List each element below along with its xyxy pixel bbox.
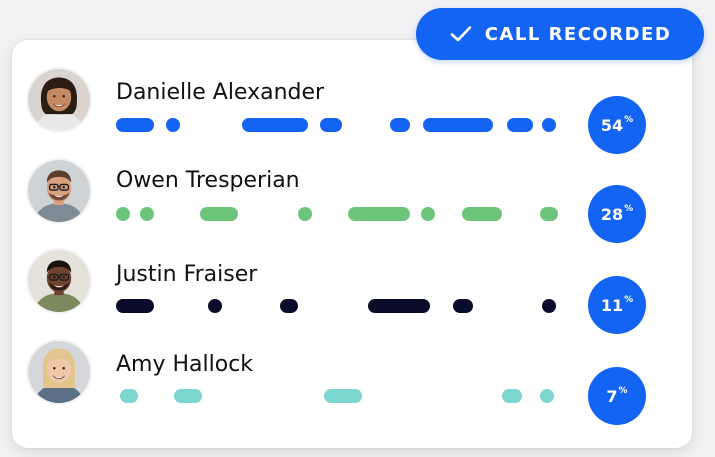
check-icon — [450, 26, 472, 42]
participant-name: Owen Tresperian — [116, 168, 300, 193]
participant-row: Amy Hallock 7% — [0, 326, 715, 425]
talk-segment — [280, 299, 298, 313]
talk-timeline — [116, 389, 566, 403]
avatar — [26, 339, 92, 405]
percent-sign: % — [624, 115, 634, 125]
avatar — [26, 248, 92, 314]
talk-segment — [242, 118, 308, 132]
avatar — [26, 67, 92, 133]
talk-segment — [542, 299, 556, 313]
participant-name: Amy Hallock — [116, 352, 254, 377]
talk-segment — [507, 118, 533, 132]
talk-segment — [116, 299, 154, 313]
talk-timeline — [116, 299, 566, 313]
call-recorded-badge: CALL RECORDED — [416, 8, 704, 60]
talk-timeline — [116, 207, 566, 221]
talk-segment — [462, 207, 502, 221]
talk-segment — [116, 207, 130, 221]
participant-row: Danielle Alexander 54% — [0, 56, 715, 154]
talk-segment — [208, 299, 222, 313]
percent-sign: % — [624, 204, 634, 214]
participant-name: Danielle Alexander — [116, 80, 325, 105]
talk-segment — [116, 118, 154, 132]
talk-segment — [540, 389, 554, 403]
talk-percent-value: 11 — [600, 295, 624, 315]
talk-segment — [368, 299, 430, 313]
talk-segment — [540, 207, 558, 221]
talk-segment — [502, 389, 522, 403]
talk-percent-badge: 28% — [588, 185, 646, 243]
percent-sign: % — [624, 295, 634, 305]
talk-segment — [200, 207, 238, 221]
participant-row: Justin Fraiser 11% — [0, 236, 715, 334]
percent-sign: % — [618, 386, 628, 396]
talk-segment — [390, 118, 410, 132]
talk-segment — [421, 207, 435, 221]
talk-segment — [348, 207, 410, 221]
talk-segment — [140, 207, 154, 221]
participant-name: Justin Fraiser — [116, 262, 258, 287]
talk-segment — [423, 118, 493, 132]
talk-segment — [174, 389, 202, 403]
talk-percent-value: 54 — [600, 115, 624, 135]
talk-segment — [542, 118, 556, 132]
talk-segment — [320, 118, 342, 132]
talk-segment — [324, 389, 362, 403]
avatar — [26, 158, 92, 224]
talk-timeline — [116, 118, 566, 132]
talk-segment — [453, 299, 473, 313]
talk-segment — [120, 389, 138, 403]
talk-percent-badge: 7% — [588, 367, 646, 425]
talk-segment — [298, 207, 312, 221]
talk-segment — [166, 118, 180, 132]
talk-percent-value: 28 — [600, 204, 624, 224]
badge-label: CALL RECORDED — [484, 23, 672, 45]
participant-row: Owen Tresperian 28% — [0, 144, 715, 243]
talk-percent-value: 7 — [606, 386, 618, 406]
